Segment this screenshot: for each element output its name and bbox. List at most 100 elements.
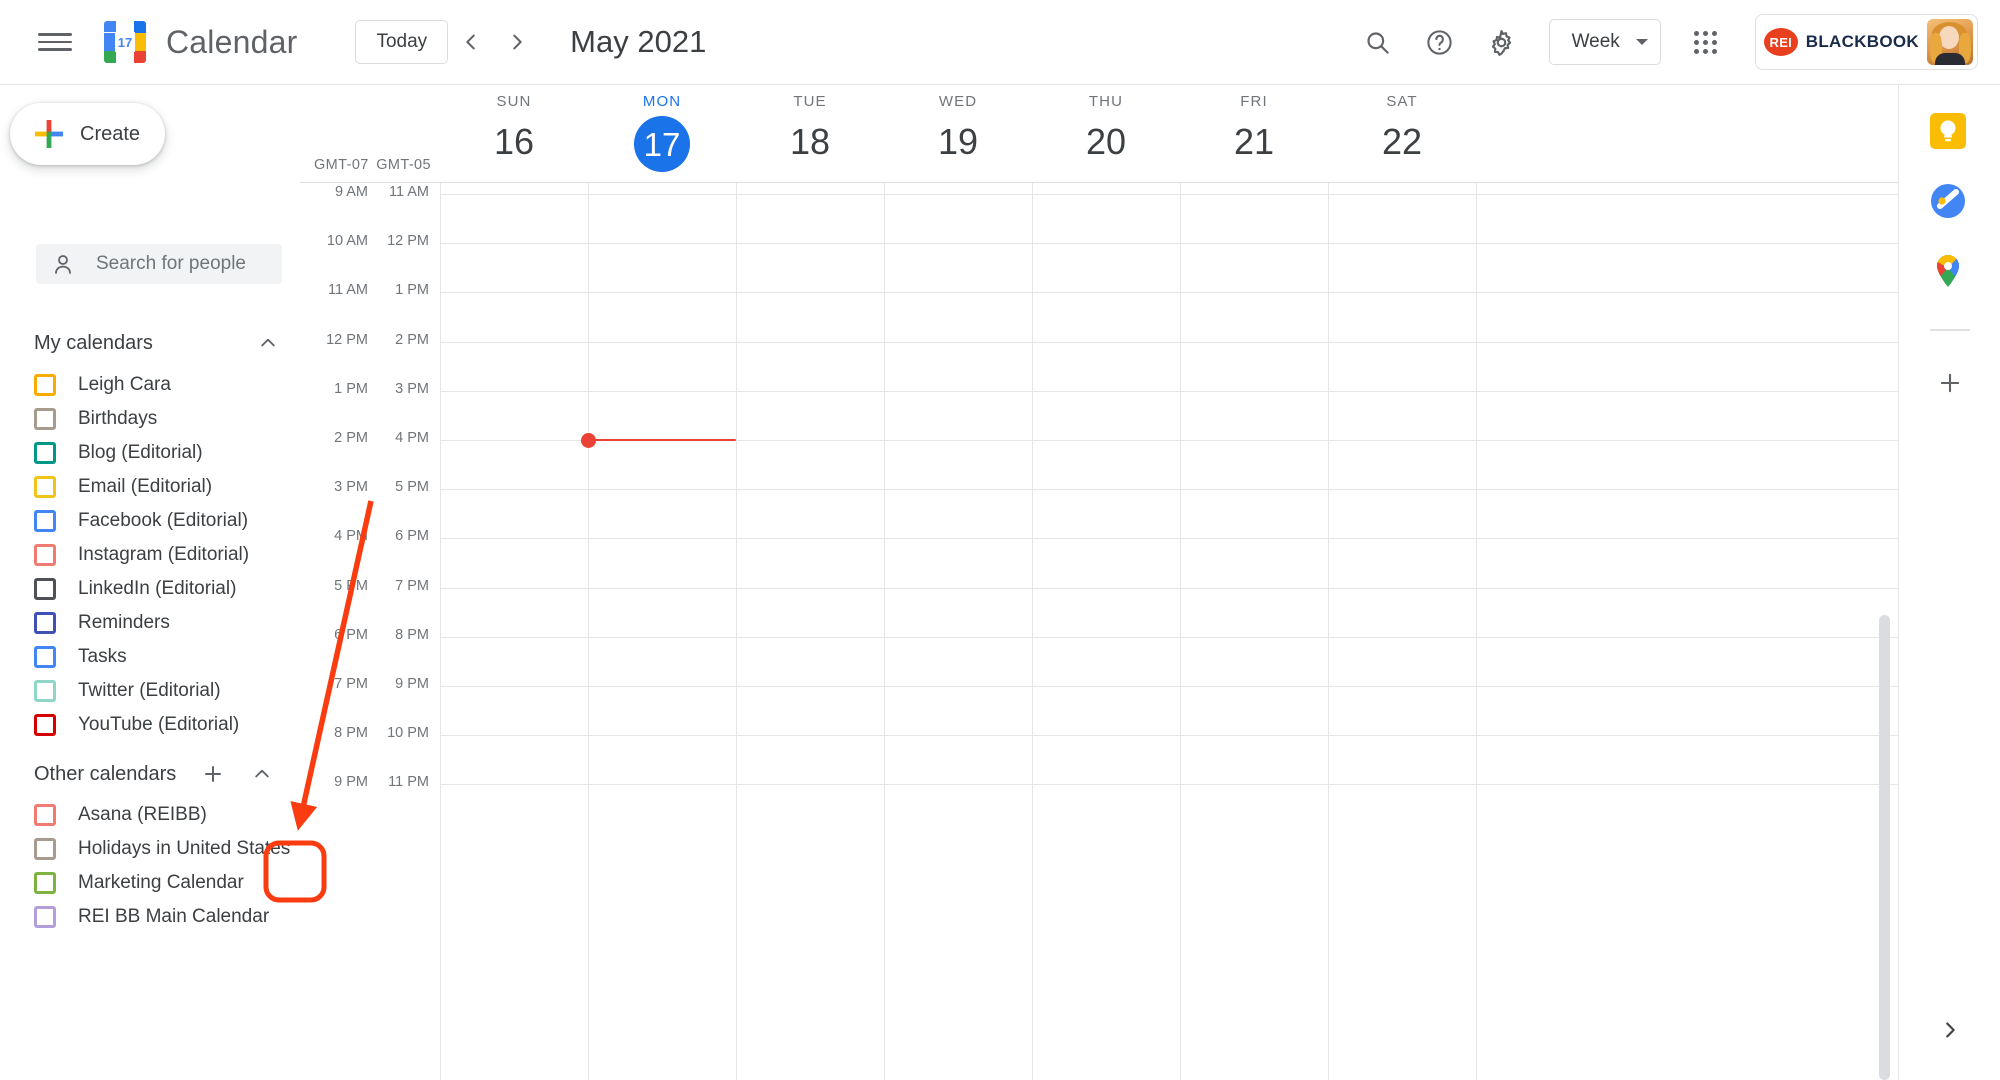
app-title: Calendar [166, 23, 298, 60]
account-chip[interactable]: REI BLACKBOOK [1754, 14, 1978, 70]
current-time-indicator-line [588, 438, 736, 442]
my-calendar-item[interactable]: Leigh Cara [34, 368, 300, 402]
day-column-header[interactable]: SUN 16 [440, 93, 588, 168]
day-number[interactable]: 21 [1234, 116, 1274, 168]
calendar-checkbox[interactable] [34, 714, 56, 736]
calendar-checkbox[interactable] [34, 872, 56, 894]
hour-label-tz2: 9 PM [395, 676, 429, 692]
google-apps-button[interactable] [1681, 17, 1731, 67]
other-calendars-add-button[interactable] [194, 755, 232, 793]
calendar-name: Birthdays [78, 408, 158, 429]
calendar-scrollbar[interactable] [1879, 615, 1890, 1080]
day-of-week-label: WED [938, 93, 978, 110]
rei-badge: REI [1763, 28, 1798, 56]
day-number[interactable]: 19 [938, 116, 978, 168]
day-number[interactable]: 22 [1382, 116, 1422, 168]
gear-icon [1491, 29, 1512, 56]
calendar-checkbox[interactable] [34, 408, 56, 430]
calendar-checkbox[interactable] [34, 544, 56, 566]
hour-label-tz2: 1 PM [395, 282, 429, 299]
calendar-checkbox[interactable] [34, 906, 56, 928]
day-number[interactable]: 17 [634, 116, 690, 172]
calendar-name: Twitter (Editorial) [78, 680, 221, 701]
search-for-people-input[interactable]: Search for people [36, 244, 282, 284]
day-number[interactable]: 18 [790, 116, 830, 168]
other-calendars-collapse-button[interactable] [244, 756, 280, 792]
day-of-week-label: FRI [1240, 93, 1268, 110]
hour-row: 9 PM 11 PM [300, 774, 1898, 833]
calendar-checkbox[interactable] [34, 612, 56, 634]
my-calendar-item[interactable]: Twitter (Editorial) [34, 674, 300, 708]
timezone-labels: GMT-07 GMT-05 [300, 157, 440, 183]
my-calendar-item[interactable]: Tasks [34, 640, 300, 674]
other-calendar-item[interactable]: REI BB Main Calendar [34, 900, 300, 934]
add-addon-button[interactable] [1928, 361, 1972, 405]
day-column-header[interactable]: SAT 22 [1328, 93, 1476, 168]
day-column-header[interactable]: FRI 21 [1180, 93, 1328, 168]
today-button[interactable]: Today [355, 20, 449, 64]
previous-week-button[interactable] [448, 19, 494, 65]
calendar-checkbox[interactable] [34, 680, 56, 702]
calendar-checkbox[interactable] [34, 646, 56, 668]
calendar-checkbox[interactable] [34, 476, 56, 498]
calendar-checkbox[interactable] [34, 442, 56, 464]
hour-label-tz2: 2 PM [395, 331, 429, 348]
calendar-checkbox[interactable] [34, 510, 56, 532]
my-calendar-item[interactable]: LinkedIn (Editorial) [34, 572, 300, 606]
calendar-name: Tasks [78, 646, 127, 667]
day-column-header[interactable]: MON 17 [588, 93, 736, 172]
my-calendar-item[interactable]: Birthdays [34, 402, 300, 436]
day-column-separator [736, 183, 737, 1080]
other-calendar-item[interactable]: Asana (REIBB) [34, 798, 300, 832]
my-calendar-item[interactable]: YouTube (Editorial) [34, 708, 300, 742]
current-time-indicator-dot [580, 432, 596, 448]
hour-label-tz1: 11 AM [327, 282, 368, 299]
my-calendar-item[interactable]: Email (Editorial) [34, 470, 300, 504]
other-calendar-item[interactable]: Marketing Calendar [34, 866, 300, 900]
help-icon [1427, 29, 1452, 55]
logo-day-number: 17 [118, 35, 132, 50]
hour-label-tz2: 10 PM [387, 725, 429, 742]
day-column-separator [1476, 183, 1477, 1080]
calendar-checkbox[interactable] [34, 374, 56, 396]
create-button[interactable]: Create [10, 103, 165, 165]
day-number[interactable]: 16 [494, 116, 534, 168]
calendar-checkbox[interactable] [34, 804, 56, 826]
my-calendar-item[interactable]: Instagram (Editorial) [34, 538, 300, 572]
hour-label-tz1: 6 PM [334, 626, 368, 643]
my-calendar-item[interactable]: Reminders [34, 606, 300, 640]
help-button[interactable] [1415, 17, 1465, 67]
day-column-header[interactable]: THU 20 [1032, 93, 1180, 168]
google-maps-icon[interactable] [1928, 251, 1972, 295]
my-calendar-item[interactable]: Facebook (Editorial) [34, 504, 300, 538]
my-calendars-header[interactable]: My calendars [34, 325, 286, 361]
expand-side-panel-button[interactable] [1930, 1010, 1970, 1050]
settings-button[interactable] [1477, 17, 1527, 67]
calendar-name: Facebook (Editorial) [78, 510, 249, 531]
my-calendars-collapse-button[interactable] [250, 325, 286, 361]
calendar-checkbox[interactable] [34, 578, 56, 600]
day-number[interactable]: 20 [1086, 116, 1126, 168]
hour-gridline [440, 587, 1898, 589]
day-column-separator [1032, 183, 1033, 1080]
day-column-header[interactable]: WED 19 [884, 93, 1032, 168]
hamburger-menu-icon[interactable] [38, 29, 72, 55]
hour-row: 6 PM 8 PM [300, 627, 1898, 686]
search-button[interactable] [1353, 17, 1403, 67]
my-calendar-item[interactable]: Blog (Editorial) [34, 436, 300, 470]
next-week-button[interactable] [494, 19, 540, 65]
calendar-checkbox[interactable] [34, 838, 56, 860]
chevron-right-icon [513, 34, 522, 50]
google-keep-icon[interactable] [1928, 111, 1972, 155]
day-of-week-label: TUE [793, 93, 827, 110]
avatar[interactable] [1927, 19, 1973, 65]
other-calendar-item[interactable]: Holidays in United States [34, 832, 300, 866]
hour-row: 1 PM 3 PM [300, 381, 1898, 440]
other-calendars-header[interactable]: Other calendars [34, 755, 286, 793]
day-column-header[interactable]: TUE 18 [736, 93, 884, 168]
google-tasks-icon[interactable] [1928, 181, 1972, 225]
calendar-name: Instagram (Editorial) [78, 544, 250, 565]
hour-gridline [440, 784, 1898, 786]
view-mode-select[interactable]: Week [1548, 19, 1661, 65]
hour-label-tz1: 8 PM [334, 725, 368, 742]
